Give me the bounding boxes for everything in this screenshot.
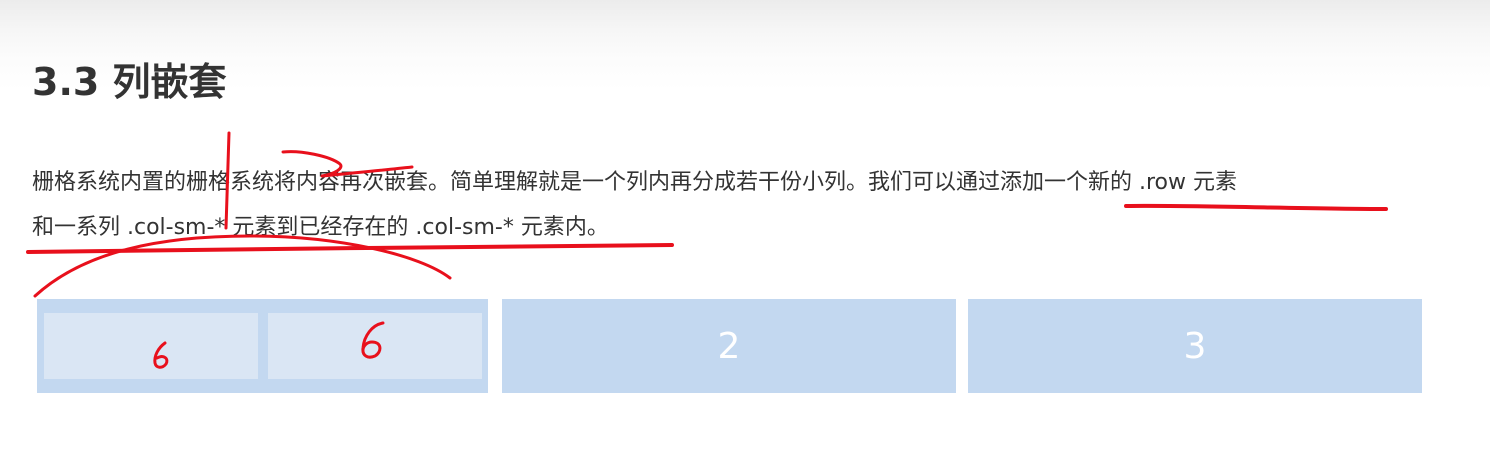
section-title: 3.3 列嵌套 — [32, 60, 227, 104]
grid-column-3-label: 3 — [1183, 325, 1207, 367]
nested-column-1 — [44, 313, 258, 379]
nested-column-2 — [268, 313, 482, 379]
grid-column-1 — [37, 299, 488, 393]
paragraph-line-2: 和一系列 .col-sm-* 元素到已经存在的 .col-sm-* 元素内。 — [32, 215, 609, 240]
grid-demo-row: 2 3 — [37, 299, 1422, 393]
description-paragraph: 栅格系统内置的栅格系统将内容再次嵌套。简单理解就是一个列内再分成若干份小列。我们… — [32, 160, 1432, 250]
paragraph-line-1: 栅格系统内置的栅格系统将内容再次嵌套。简单理解就是一个列内再分成若干份小列。我们… — [32, 170, 1237, 195]
grid-column-2-label: 2 — [717, 325, 741, 367]
grid-column-2: 2 — [502, 299, 956, 393]
grid-column-3: 3 — [968, 299, 1422, 393]
